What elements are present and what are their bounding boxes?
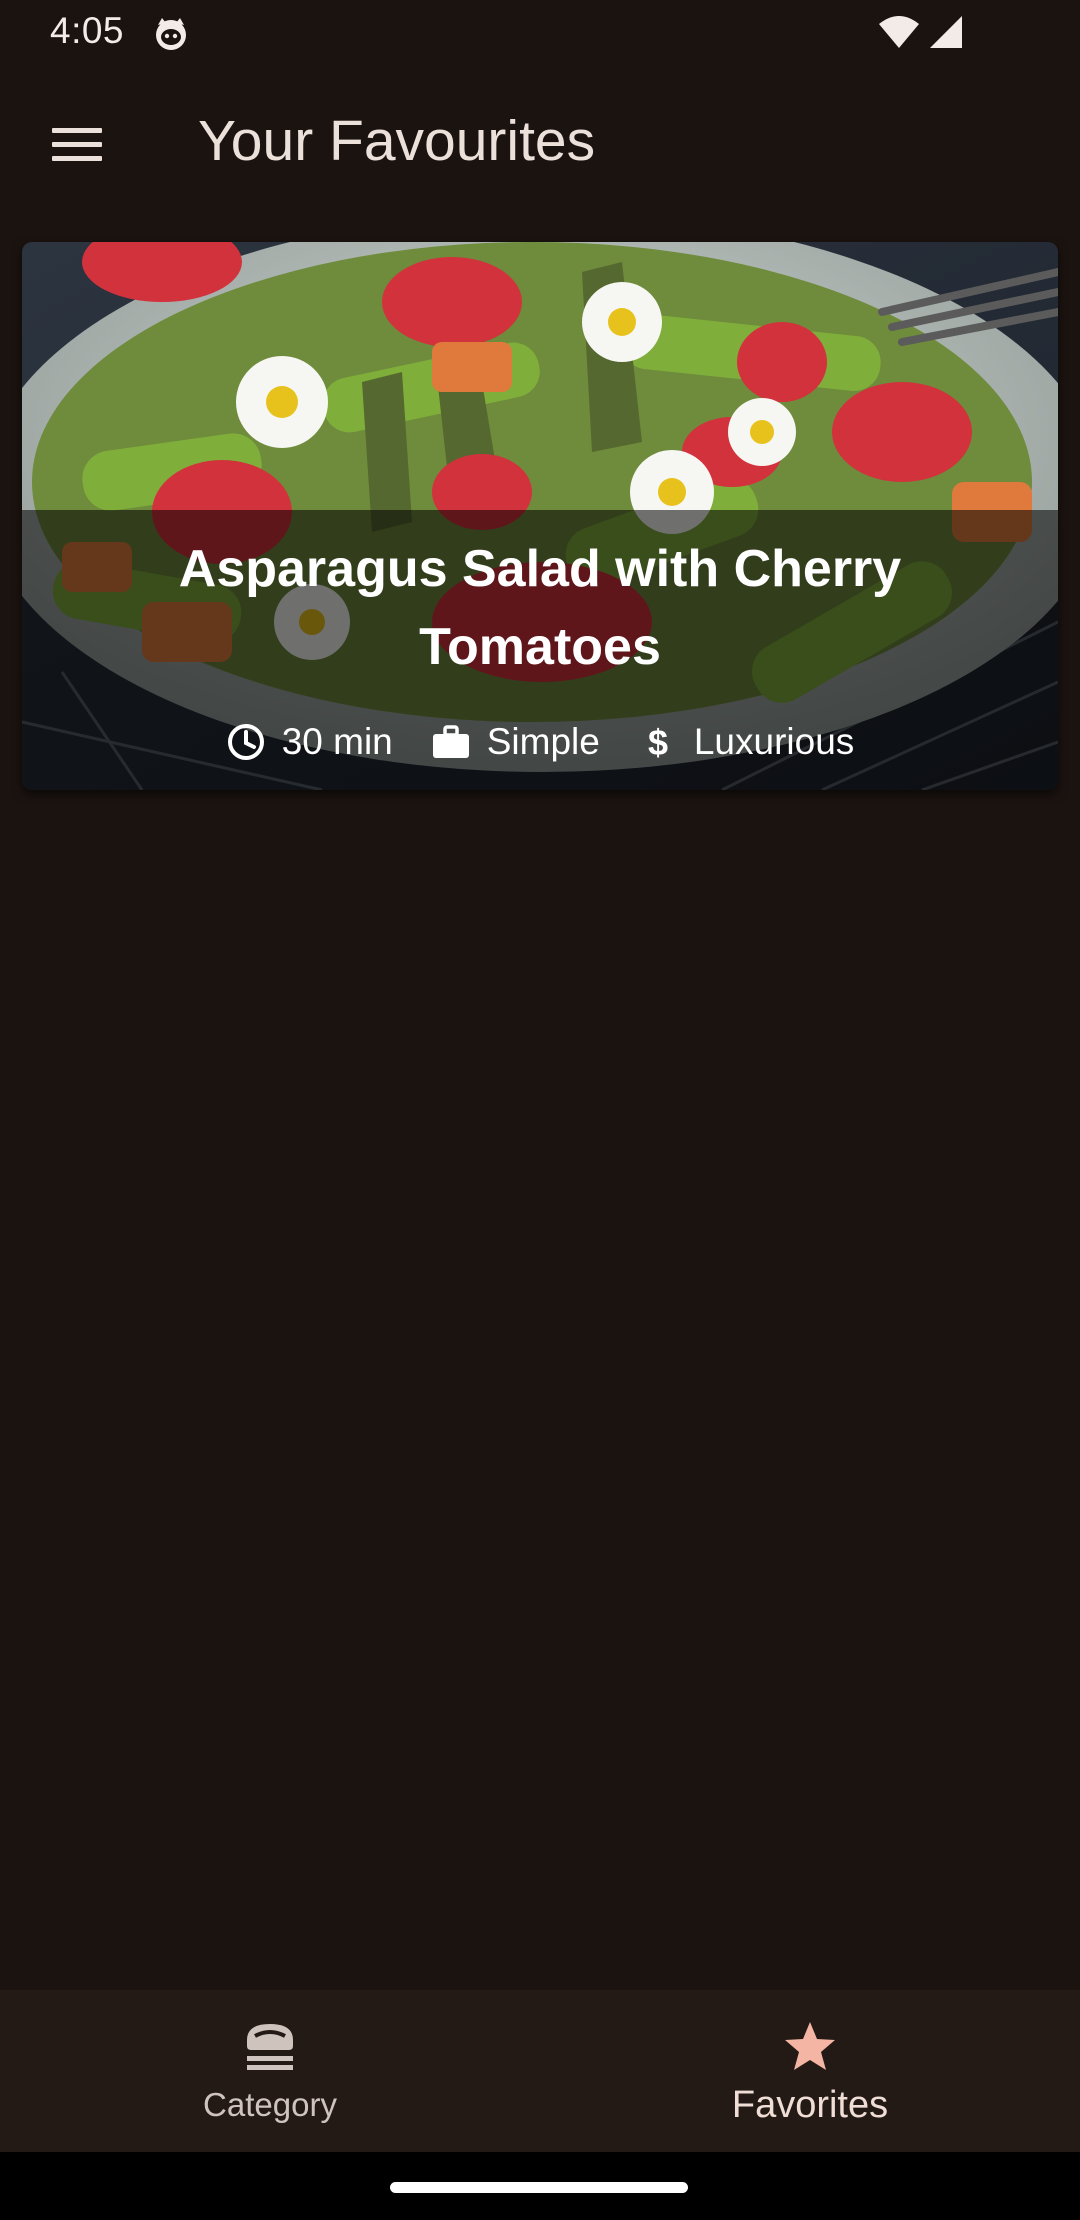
status-bar: 4:05 [0,0,1080,66]
meal-card[interactable]: Asparagus Salad with Cherry Tomatoes 30 … [22,242,1058,790]
clock-icon [227,724,264,760]
hamburger-menu-icon [52,128,102,162]
nav-item-category[interactable]: Category [0,1990,540,2152]
star-icon [785,2022,835,2070]
cell-signal-icon [930,16,962,48]
nav-item-category-label: Category [203,2086,337,2123]
dollar-icon: $ [648,722,668,762]
meal-duration-label: 30 min [281,721,393,762]
svg-text:$: $ [648,722,668,762]
meal-title: Asparagus Salad with Cherry Tomatoes [178,540,902,676]
meal-affordability: $ Luxurious [638,721,854,763]
gesture-handle[interactable] [390,2182,688,2193]
meal-duration: 30 min [226,721,393,763]
meal-affordability-label: Luxurious [693,721,855,762]
bottom-navigation: Category Favorites [0,1990,1080,2152]
status-time: 4:05 [50,10,125,51]
briefcase-icon [432,725,469,758]
cat-face-icon [156,18,186,50]
menu-button[interactable] [34,110,120,180]
meal-complexity: Simple [431,721,600,763]
nav-item-favorites-label: Favorites [731,2084,889,2126]
meal-traits: 30 min Simple $ Luxurious [22,712,1058,772]
wifi-icon [879,16,919,48]
gesture-navigation-bar [0,2152,1080,2220]
app-bar: Your Favourites [0,66,1080,222]
app-screen: 4:05 Your Favourites Asparagus Salad wit… [0,0,1080,2220]
nav-item-favorites[interactable]: Favorites [540,1990,1080,2152]
set-meal-icon [247,2024,293,2070]
page-title: Your Favourites [198,109,596,173]
meal-complexity-label: Simple [486,721,600,762]
